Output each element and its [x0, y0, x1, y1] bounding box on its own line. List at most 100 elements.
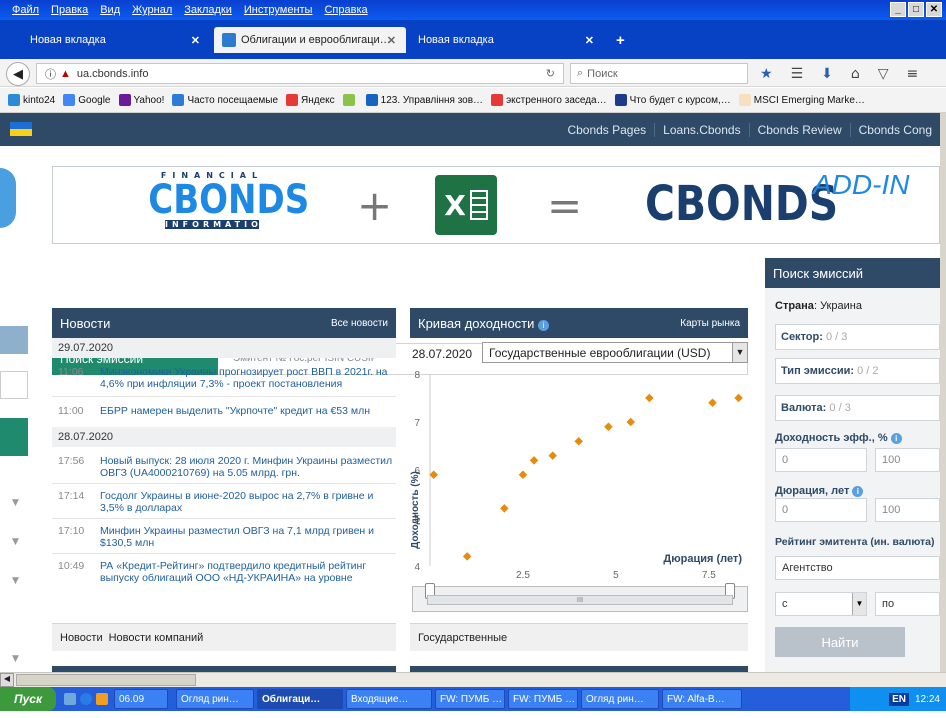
nav-cbonds-review[interactable]: Cbonds Review [748, 122, 850, 137]
desktop-icon[interactable] [64, 693, 76, 705]
currency-filter[interactable]: Валюта: 0 / 3 [775, 395, 940, 421]
tab-news[interactable]: Новости [60, 632, 103, 644]
browser-search-input[interactable]: ⌕ Поиск [570, 63, 748, 84]
duration-from-input[interactable]: 0 [775, 498, 867, 522]
start-button[interactable]: Пуск [0, 687, 56, 711]
menu-help[interactable]: Справка [324, 4, 367, 16]
range-scroll-track[interactable]: III [427, 595, 733, 605]
tab-company-news[interactable]: Новости компаний [109, 632, 204, 644]
curve-tabs: Государственные [410, 623, 748, 651]
close-tab-icon[interactable]: ✕ [387, 34, 396, 47]
news-item[interactable]: 17:56 Новый выпуск: 28 июля 2020 г. Минфи… [52, 451, 396, 483]
address-bar[interactable]: ⓘ ▲ ua.cbonds.info ↻ [36, 63, 564, 84]
rating-from-select[interactable]: с ▼ [775, 592, 867, 616]
chevron-down-icon[interactable]: ▼ [732, 343, 747, 362]
close-window-button[interactable]: ✕ [926, 2, 942, 17]
bookmark-most-visited[interactable]: Часто посещаемые [172, 94, 278, 106]
find-button[interactable]: Найти [775, 627, 905, 657]
menu-edit[interactable]: Правка [51, 4, 88, 16]
taskbar-word-1[interactable]: Огляд рин… [176, 689, 254, 709]
new-tab-button[interactable]: + [606, 27, 635, 53]
bookmark-msci[interactable]: MSCI Emerging Marke… [738, 94, 865, 106]
curve-type-select[interactable]: Государственные еврооблигации (USD) ▼ [482, 342, 748, 363]
rating-agency-select[interactable]: Агентство [775, 556, 940, 580]
bookmark-c[interactable] [342, 94, 358, 106]
search-icon: ⌕ [577, 67, 584, 79]
info-icon[interactable]: i [852, 486, 864, 497]
menu-bookmarks[interactable]: Закладки [184, 4, 232, 16]
taskbar-mail-1[interactable]: FW: ПУМБ … [435, 689, 505, 709]
nav-cbonds-cong[interactable]: Cbonds Cong [849, 122, 940, 137]
menu-file[interactable]: Файл [12, 4, 39, 16]
pocket-icon[interactable]: ▽ [878, 66, 889, 82]
taskbar-mail-2[interactable]: FW: ПУМБ … [508, 689, 578, 709]
tab-label: Новая вкладка [30, 34, 106, 46]
info-icon[interactable]: ⓘ [45, 66, 56, 82]
download-icon[interactable]: ⬇ [821, 66, 833, 82]
cbonds-logo: FINANCIAL CBONDS INFORMATION [148, 171, 310, 229]
bookmark-yandex[interactable]: Яндекс [286, 94, 335, 106]
rating-to-select[interactable]: по [875, 592, 940, 616]
maximize-button[interactable]: □ [908, 2, 924, 17]
yield-to-input[interactable]: 100 [875, 448, 940, 472]
duration-to-input[interactable]: 100 [875, 498, 940, 522]
scroll-left-icon[interactable]: ◀ [0, 673, 14, 687]
news-item[interactable]: 11:06 Минэкономики Украины прогнозирует р… [52, 362, 396, 394]
home-icon[interactable]: ⌂ [851, 66, 860, 82]
minimize-button[interactable]: _ [890, 2, 906, 17]
menu-tools[interactable]: Инструменты [244, 4, 313, 16]
addin-banner[interactable]: FINANCIAL CBONDS INFORMATION + X = CBOND… [52, 166, 940, 244]
nav-loans-cbonds[interactable]: Loans.Cbonds [654, 122, 748, 137]
taskbar-firefox[interactable]: Облигаци… [257, 689, 343, 709]
outlook-icon[interactable] [96, 693, 108, 705]
yield-curve-title: Кривая доходности i [418, 316, 550, 331]
menu-history[interactable]: Журнал [132, 4, 172, 16]
news-item[interactable]: 10:49 РА «Кредит-Рейтинг» подтвердило кре… [52, 556, 396, 588]
horizontal-scroll-thumb[interactable] [16, 674, 196, 686]
language-indicator[interactable]: EN [889, 692, 909, 706]
bookmark-yahoo[interactable]: Yahoo! [118, 94, 164, 106]
ukraine-flag-icon[interactable] [10, 122, 32, 136]
info-icon[interactable]: i [538, 319, 550, 331]
info-icon[interactable]: i [890, 433, 902, 444]
menu-view[interactable]: Вид [100, 4, 120, 16]
taskbar-folder[interactable]: 06.09 [114, 689, 168, 709]
reading-list-icon[interactable]: ☰ [791, 66, 804, 82]
tab-cbonds[interactable]: Облигации и еврооблигаци… ✕ [214, 27, 406, 53]
reload-icon[interactable]: ↻ [546, 67, 555, 80]
bookmark-star-icon[interactable]: ★ [760, 66, 773, 82]
taskbar: Пуск 06.09 Огляд рин… Облигаци… Входящие… [0, 687, 946, 711]
left-stub-button[interactable] [0, 418, 28, 456]
news-item[interactable]: 17:14 Госдолг Украины в июне-2020 вырос н… [52, 486, 396, 518]
bookmark-kinto24[interactable]: kinto24 [8, 94, 55, 106]
horizontal-scrollbar[interactable]: ◀ [0, 672, 946, 687]
bookmark-course[interactable]: Что будет с курсом,… [614, 94, 731, 106]
bookmark-meeting[interactable]: экстренного заседа… [491, 94, 607, 106]
issue-type-filter[interactable]: Тип эмиссии: 0 / 2 [775, 358, 940, 384]
market-maps-link[interactable]: Карты рынка [680, 318, 740, 329]
tab-new-1[interactable]: Новая вкладка ✕ [20, 27, 210, 53]
bookmark-123[interactable]: 123. Управління зов… [365, 94, 483, 106]
tab-new-2[interactable]: Новая вкладка ✕ [408, 27, 604, 53]
menu-icon[interactable]: ≡ [907, 66, 919, 82]
nav-cbonds-pages[interactable]: Cbonds Pages [559, 123, 654, 137]
news-item[interactable]: 11:00 ЕБРР намерен выделить "Укрпочте" кр… [52, 401, 396, 421]
yield-from-input[interactable]: 0 [775, 448, 867, 472]
bookmark-google[interactable]: Google [63, 94, 111, 106]
left-stub-input[interactable] [0, 371, 28, 399]
sector-filter[interactable]: Сектор: 0 / 3 [775, 324, 940, 350]
news-item[interactable]: 17:10 Минфин Украины разместил ОВГЗ на 7,… [52, 521, 396, 553]
close-tab-icon[interactable]: ✕ [191, 34, 200, 47]
back-icon[interactable]: ◀ [6, 62, 30, 86]
ie-icon[interactable] [80, 693, 92, 705]
close-tab-icon[interactable]: ✕ [585, 34, 594, 47]
taskbar-inbox[interactable]: Входящие… [346, 689, 432, 709]
chevron-down-icon[interactable]: ▼ [852, 593, 866, 615]
data-point [574, 436, 583, 446]
taskbar-mail-3[interactable]: FW: Alfa-B… [662, 689, 742, 709]
taskbar-word-2[interactable]: Огляд рин… [581, 689, 659, 709]
all-news-link[interactable]: Все новости [331, 318, 388, 329]
vertical-scrollbar[interactable] [940, 113, 946, 672]
chart-range-slider[interactable]: III [412, 583, 748, 612]
tab-government[interactable]: Государственные [418, 632, 507, 644]
